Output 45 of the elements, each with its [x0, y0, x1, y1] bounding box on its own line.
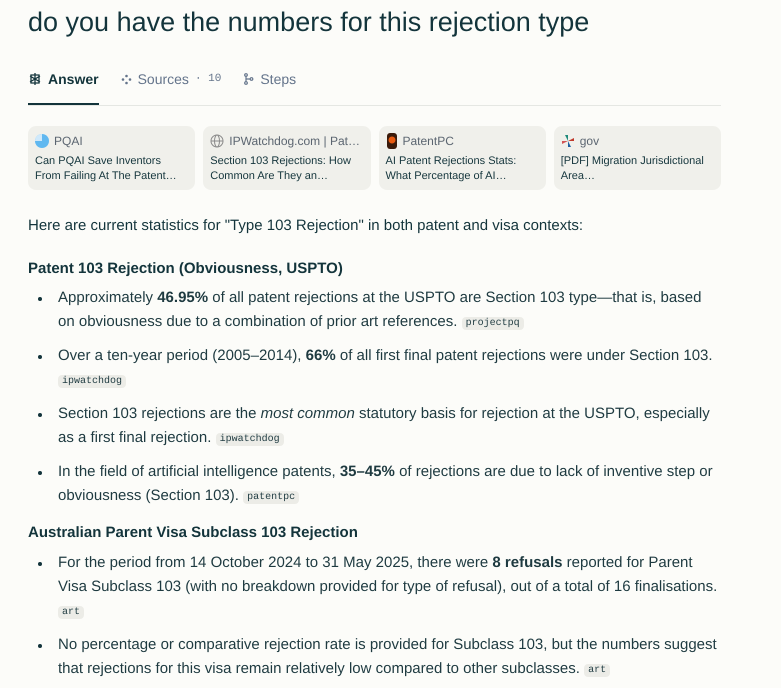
- tab[interactable]: Answer: [28, 59, 99, 105]
- globe-icon: [210, 134, 224, 148]
- source-card[interactable]: PQAI Can PQAI Save Inventors From Failing At The Patent…: [28, 126, 196, 190]
- citation-link[interactable]: art: [58, 606, 84, 618]
- section-heading: Australian Parent Visa Subclass 103 Rejection: [28, 523, 359, 543]
- tab[interactable]: Steps: [243, 59, 296, 105]
- bullet-text: No percentage or comparative rejection rate is provided for Subclass 103, but the numbers suggest that rejections for this visa remain relatively low compared to other subclasses. art: [58, 634, 718, 678]
- source-card[interactable]: PatentPC AI Patent Rejections Stats: What Percentage of AI…: [378, 126, 546, 190]
- source-site: PQAI: [54, 133, 83, 150]
- source-title: Section 103 Rejections: How Common Are They an…: [210, 154, 352, 184]
- bullet-text: For the period from 14 October 2024 to 31 May 2025, there were 8 refusals reported for Parent Visa Subclass 103 (with no breakdown provided for type of refusal), out of a total of 16 finalisations. art: [58, 552, 718, 620]
- bullet-text: In the field of artificial intelligence patents, 35–45% of rejections are due to lack of inventive step or obviousness (Section 103). patentpc: [58, 462, 714, 506]
- citation-link[interactable]: art: [584, 664, 610, 676]
- dots-icon: [120, 74, 132, 84]
- bullet-icon: [38, 471, 42, 475]
- bullet-icon: [38, 413, 42, 417]
- source-site: PatentPC: [402, 133, 454, 150]
- site-icon: [35, 134, 49, 148]
- source-title: Can PQAI Save Inventors From Failing At The Patent…: [35, 154, 178, 184]
- source-card[interactable]: IPWatchdog.com | Pat… Section 103 Rejections: How Common Are They an…: [203, 126, 370, 190]
- source-title: [PDF] Migration Jurisdictional Area…: [560, 154, 705, 184]
- bullet-text: Over a ten-year period (2005–2014), 66% of all first final patent rejections were under Section 103. ipwatchdog: [58, 346, 714, 390]
- asterisk-logo-icon: [28, 72, 42, 86]
- tab[interactable]: Sources · 10: [120, 59, 222, 105]
- bullet-icon: [38, 644, 42, 648]
- section-heading: Patent 103 Rejection (Obviousness, USPTO): [28, 258, 344, 278]
- bullet-text: Section 103 rejections are the most common statutory basis for rejection at the USPTO, especially as a first final rejection. ipwatchdog: [58, 404, 711, 448]
- source-count: · 10: [194, 72, 222, 87]
- traffic-light-icon: [386, 133, 398, 149]
- bullet-icon: [38, 297, 42, 301]
- source-title: AI Patent Rejections Stats: What Percentage of AI…: [386, 154, 518, 184]
- citation-link[interactable]: patentpc: [243, 491, 300, 504]
- source-card[interactable]: gov [PDF] Migration Jurisdictional Area…: [554, 126, 721, 190]
- intro-text: Here are current statistics for "Type 103 Rejection" in both patent and visa contexts:: [28, 216, 584, 236]
- citation-link[interactable]: ipwatchdog: [58, 375, 126, 388]
- bullet-icon: [38, 562, 42, 566]
- citation-link[interactable]: ipwatchdog: [216, 433, 284, 446]
- bullet-icon: [38, 355, 42, 359]
- page-title: do you have the numbers for this rejection type: [28, 6, 590, 39]
- pinwheel-icon: [560, 134, 575, 148]
- citation-link[interactable]: projectpq: [462, 317, 524, 330]
- source-site: IPWatchdog.com | Pat…: [229, 133, 360, 150]
- branch-icon: [243, 73, 254, 85]
- bullet-text: Approximately 46.95% of all patent rejections at the USPTO are Section 103 type—that is, based on obviousness due to a combination of prior art references. projectpq: [58, 288, 702, 332]
- source-site: gov: [580, 133, 600, 150]
